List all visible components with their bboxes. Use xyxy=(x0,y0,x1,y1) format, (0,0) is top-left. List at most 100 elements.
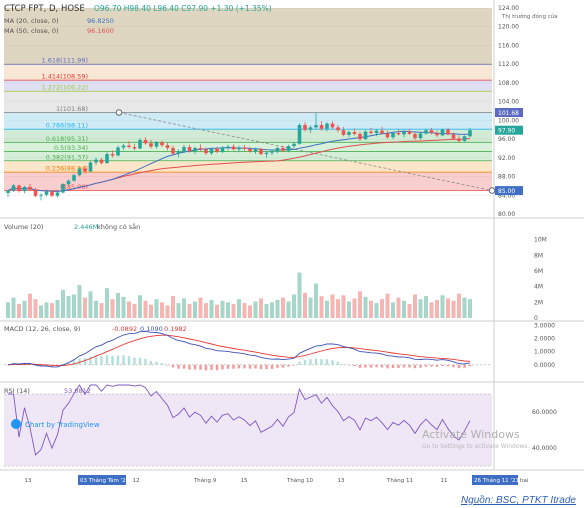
candle-body-59 xyxy=(330,123,335,128)
volume-bar-6 xyxy=(39,305,43,318)
candle-body-65 xyxy=(363,131,368,140)
rsi-label[interactable]: RSI (14) xyxy=(4,387,30,395)
candle-body-40 xyxy=(226,146,230,148)
macd-hist-42 xyxy=(237,364,241,369)
macd-hist-62 xyxy=(347,364,351,366)
price-axis-label: 120.00 xyxy=(498,24,519,31)
macd-hist-68 xyxy=(380,364,384,368)
volume-bar-43 xyxy=(242,303,247,318)
volume-bar-55 xyxy=(308,297,313,318)
rsi-axis-label: 40.0000 xyxy=(532,445,557,452)
candle-body-42 xyxy=(237,147,241,150)
macd-hist-49 xyxy=(276,364,279,368)
time-day-suffix: hai xyxy=(520,478,529,484)
macd-hist-80 xyxy=(446,364,450,367)
candle-body-64 xyxy=(358,133,362,140)
macd-hist-36 xyxy=(204,364,208,371)
macd-label[interactable]: MACD (12, 26, close, 9) xyxy=(4,325,80,333)
candle-body-82 xyxy=(457,138,461,141)
candle-body-21 xyxy=(121,145,126,148)
volume-axis-label: 4M xyxy=(534,284,543,291)
macd-hist-33 xyxy=(188,364,191,370)
stock-chart[interactable]: 0(85.00)0.236(88.94)0.382(91.37)0.5(93.3… xyxy=(0,0,584,508)
macd-hist-29 xyxy=(166,364,169,366)
macd-hist-83 xyxy=(463,364,466,368)
macd-hist-67 xyxy=(375,364,378,368)
volume-na: không có sẵn xyxy=(97,222,140,231)
macd-pane[interactable] xyxy=(4,330,492,371)
price-axis-label: 116.00 xyxy=(498,42,519,49)
macd-hist-40 xyxy=(226,364,230,369)
macd-hist-71 xyxy=(397,364,400,369)
candle-body-35 xyxy=(198,147,203,150)
symbol-title[interactable]: CTCP FPT, D, HOSE xyxy=(4,4,85,14)
volume-pane[interactable] xyxy=(6,272,472,318)
volume-bar-37 xyxy=(209,299,214,318)
macd-axis-label: 0.0000 xyxy=(534,362,555,369)
time-axis-label: 15 xyxy=(241,478,248,484)
macd-hist-24 xyxy=(138,357,142,365)
volume-bar-79 xyxy=(440,295,445,318)
candle-body-58 xyxy=(325,123,329,129)
candle-body-51 xyxy=(286,146,291,151)
macd-signal-line xyxy=(7,334,471,367)
time-axis-label: Tháng 11 xyxy=(386,477,413,484)
volume-bar-83 xyxy=(462,297,467,318)
volume-bar-84 xyxy=(468,299,472,318)
rsi-band xyxy=(4,394,492,466)
macd-hist-27 xyxy=(155,361,158,365)
candle-body-61 xyxy=(341,130,346,135)
ma20-value: 96.8250 xyxy=(87,17,114,25)
candle-body-8 xyxy=(50,191,54,196)
candle-body-6 xyxy=(39,194,43,196)
macd-hist-76 xyxy=(424,364,428,367)
macd-axis-label: 2.0000 xyxy=(534,335,555,342)
macd-hist-52 xyxy=(292,364,296,366)
volume-label[interactable]: Volume (20) xyxy=(4,223,44,231)
volume-bar-42 xyxy=(237,299,241,318)
volume-bar-61 xyxy=(341,295,346,318)
candle-body-1 xyxy=(11,185,16,191)
volume-bar-66 xyxy=(369,300,373,318)
volume-bar-62 xyxy=(347,301,351,318)
macd-hist-45 xyxy=(254,364,257,369)
macd-value-2: 0.1090 xyxy=(140,325,163,333)
candle-body-12 xyxy=(72,175,76,181)
candle-body-74 xyxy=(413,133,417,139)
candle-body-14 xyxy=(83,168,87,172)
volume-bar-59 xyxy=(330,294,335,318)
candle-body-24 xyxy=(138,140,142,149)
macd-hist-84 xyxy=(468,364,472,367)
volume-bar-11 xyxy=(66,296,71,318)
volume-bar-34 xyxy=(193,301,197,318)
volume-axis-label: 0 xyxy=(534,315,538,322)
candle-body-57 xyxy=(319,125,324,129)
macd-hist-32 xyxy=(182,364,186,369)
fib-label-0.236: 0.236(88.94) xyxy=(46,165,88,173)
macd-hist-64 xyxy=(358,364,362,368)
price-axis-label: 80.00 xyxy=(498,211,515,218)
volume-bar-41 xyxy=(231,303,236,318)
volume-bar-27 xyxy=(154,299,159,318)
candle-body-34 xyxy=(193,147,197,152)
candle-body-23 xyxy=(132,147,137,149)
candle-body-72 xyxy=(402,131,406,135)
volume-axis-label: 8M xyxy=(534,252,543,259)
macd-hist-38 xyxy=(215,364,219,371)
macd-hist-25 xyxy=(144,358,147,365)
candle-body-28 xyxy=(160,142,164,146)
volume-bar-53 xyxy=(297,272,302,318)
ma50-label[interactable]: MA (50, close, 0) xyxy=(4,27,59,35)
ma20-label[interactable]: MA (20, close, 0) xyxy=(4,17,59,25)
volume-bar-12 xyxy=(72,294,76,318)
candle-body-3 xyxy=(22,186,27,192)
volume-bar-71 xyxy=(396,297,401,318)
price-axis-label: 108.00 xyxy=(498,80,519,87)
time-axis-label: Tháng 9 xyxy=(193,477,217,484)
candle-body-45 xyxy=(253,148,258,152)
candle-body-17 xyxy=(99,159,104,163)
volume-bar-0 xyxy=(6,302,10,318)
volume-bar-51 xyxy=(286,301,291,318)
candle-body-5 xyxy=(33,189,38,196)
macd-hist-48 xyxy=(270,364,274,369)
